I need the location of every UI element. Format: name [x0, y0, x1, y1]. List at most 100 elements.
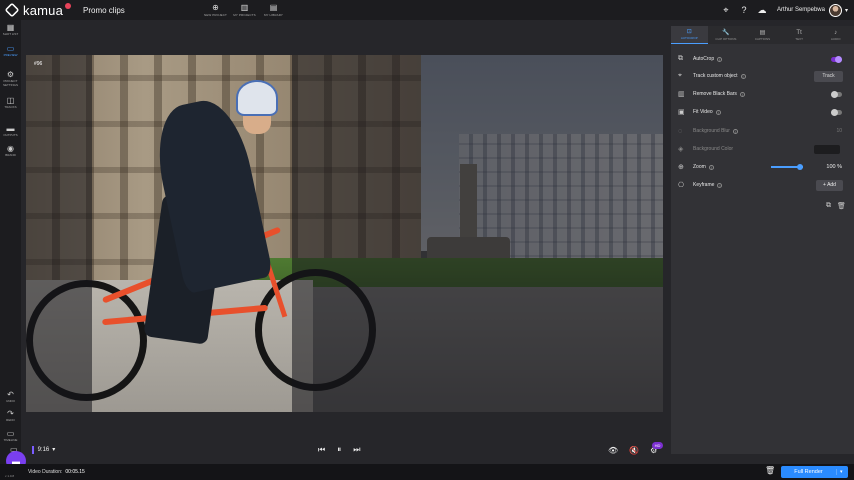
full-render-button[interactable]: Full Render ▾: [781, 466, 848, 478]
sidebar-item-project-settings[interactable]: ⚙ PROJECT SETTINGS: [0, 70, 21, 87]
aspect-ratio-select[interactable]: 9:16 ▾: [31, 445, 55, 454]
skip-back-icon[interactable]: ⏮: [318, 445, 325, 455]
autocrop-icon: ⧉: [678, 55, 683, 62]
blur-icon: ◌: [678, 127, 683, 135]
pause-icon[interactable]: ⏸: [337, 445, 341, 455]
info-icon[interactable]: i: [740, 73, 746, 79]
panel-actions: ⧉ 🗑: [826, 202, 846, 210]
add-keyframe-button[interactable]: + Add: [816, 179, 843, 191]
track-object-row: ⌖ Track custom object i Track: [678, 70, 848, 82]
fit-video-row: ▣ Fit Video i: [678, 106, 848, 118]
zoom-row: ⊕ Zoom i 100 %: [678, 164, 842, 171]
keyframe-icon: ⎔: [678, 182, 685, 189]
grid-icon: ▦: [6, 23, 15, 32]
my-projects-button[interactable]: ▥ MY PROJECTS: [230, 0, 259, 20]
user-name[interactable]: Arthur Sempebwa: [777, 7, 825, 13]
chevron-down-icon[interactable]: ▾: [845, 7, 848, 14]
captions-icon: ▤: [759, 29, 766, 36]
undo-button[interactable]: ↶ UNDO: [0, 390, 21, 403]
monitor-icon: ▭: [6, 44, 15, 53]
track-object-icon: ⌖: [678, 72, 682, 79]
tab-autocrop[interactable]: ⊡ AUTOCROP: [671, 26, 708, 44]
cloud-icon[interactable]: ☁: [753, 5, 771, 16]
my-library-button[interactable]: ▤ MY LIBRARY: [259, 0, 288, 20]
zoom-slider-handle[interactable]: [797, 164, 803, 170]
info-icon[interactable]: i: [715, 109, 721, 115]
sidebar-item-brand[interactable]: ◉ BRAND: [0, 144, 21, 157]
info-icon[interactable]: i: [717, 182, 723, 188]
brand-logo[interactable]: kamua: [4, 2, 83, 18]
sidebar-item-tracks[interactable]: ◫ TRACKS: [0, 96, 21, 109]
aspect-ratio-value: 9:16: [37, 446, 50, 453]
brand-name: kamua: [23, 2, 64, 18]
project-title[interactable]: Promo clips: [83, 6, 147, 15]
background-color-row: ◈ Background Color: [678, 143, 848, 155]
gear-icon: ⚙: [6, 70, 15, 79]
track-button[interactable]: Track: [814, 70, 843, 82]
zoom-icon: ⊕: [678, 164, 684, 171]
top-bar: kamua Promo clips ⊕ NEW PROJECT ▥ MY PRO…: [0, 0, 854, 20]
info-icon[interactable]: i: [739, 91, 745, 97]
undo-icon: ↶: [7, 390, 14, 399]
library-icon: ▤: [269, 2, 278, 12]
export-icon: ▬: [6, 124, 15, 133]
footer-bar: Video Duration: 00:05.15: [0, 464, 854, 480]
paint-icon: ◈: [678, 146, 684, 153]
fit-video-toggle[interactable]: [831, 108, 842, 116]
duration-value: 00:05.15: [65, 469, 85, 475]
autocrop-row: ⧉ AutoCrop i: [678, 53, 848, 65]
brand-icon: ◉: [7, 144, 14, 153]
tab-text[interactable]: Tt TEXT: [781, 26, 818, 44]
redo-button[interactable]: ↷ REDO: [0, 409, 21, 422]
playback-controls: ⏮ ⏸ ⏭: [318, 445, 360, 455]
skip-forward-icon[interactable]: ⏭: [353, 445, 360, 455]
background-blur-row: ◌ Background Blur i 10: [678, 127, 842, 135]
version-label: v 1.0.8: [5, 474, 15, 478]
info-icon[interactable]: i: [708, 164, 714, 170]
player-right-controls: 👁 🔇 ⚙: [608, 446, 657, 455]
remove-black-bars-row: ▥ Remove Black Bars i: [678, 88, 848, 100]
keyframe-row: ⎔ Keyframe i + Add: [678, 179, 848, 191]
fit-video-icon: ▣: [678, 109, 685, 116]
plus-circle-icon: ⊕: [212, 2, 219, 12]
tab-audio[interactable]: ♪ AUDIO: [817, 26, 854, 44]
layers-icon: ◫: [6, 96, 15, 105]
trash-icon[interactable]: 🗑: [765, 466, 775, 475]
chevron-down-icon[interactable]: ▾: [836, 469, 843, 475]
info-icon: i: [732, 128, 738, 134]
sidebar-item-shot-list[interactable]: ▦ SHOT LIST: [0, 23, 21, 36]
top-right-area: ⌖ ? ☁ Arthur Sempebwa ▾: [717, 0, 854, 20]
aspect-swatch: [31, 445, 34, 454]
mute-icon[interactable]: 🔇: [629, 446, 639, 455]
zoom-value: 100 %: [826, 164, 842, 170]
remove-black-bars-toggle[interactable]: [831, 90, 842, 98]
tab-clip-options[interactable]: 🔧 CLIP OPTIONS: [708, 26, 745, 44]
crop-mask-right: [292, 55, 663, 412]
kamua-logo-icon: [4, 2, 20, 18]
timeline-button[interactable]: ▭ TIMELINE: [0, 429, 21, 442]
tab-captions[interactable]: ▤ CAPTIONS: [744, 26, 781, 44]
timeline-icon: ▭: [6, 429, 15, 438]
sidebar-item-preview[interactable]: ▭ PREVIEW: [0, 44, 21, 57]
settings-panel: ⊡ AUTOCROP 🔧 CLIP OPTIONS ▤ CAPTIONS Tt …: [671, 26, 854, 454]
autocrop-toggle[interactable]: [831, 55, 842, 63]
crosshair-icon[interactable]: ⌖: [717, 5, 735, 16]
duration-label: Video Duration:: [28, 469, 63, 475]
eye-icon[interactable]: 👁: [608, 446, 618, 455]
background-color-swatch: [814, 144, 840, 154]
crop-mask-left: [26, 55, 92, 412]
wrench-icon: 🔧: [722, 29, 730, 36]
stage-label: #96: [34, 61, 43, 67]
blur-value: 10: [836, 128, 842, 134]
copy-icon[interactable]: ⧉: [826, 202, 831, 210]
redo-icon: ↷: [7, 409, 14, 418]
info-icon[interactable]: i: [717, 56, 723, 62]
new-project-button[interactable]: ⊕ NEW PROJECT: [201, 0, 230, 20]
video-preview[interactable]: #96: [26, 55, 663, 412]
trash-icon[interactable]: 🗑: [837, 202, 846, 210]
panel-tabs: ⊡ AUTOCROP 🔧 CLIP OPTIONS ▤ CAPTIONS Tt …: [671, 26, 854, 44]
help-icon[interactable]: ?: [735, 5, 753, 15]
avatar[interactable]: [828, 3, 842, 17]
crop-frame[interactable]: [92, 55, 292, 412]
sidebar-item-outputs[interactable]: ▬ OUTPUTS: [0, 124, 21, 137]
